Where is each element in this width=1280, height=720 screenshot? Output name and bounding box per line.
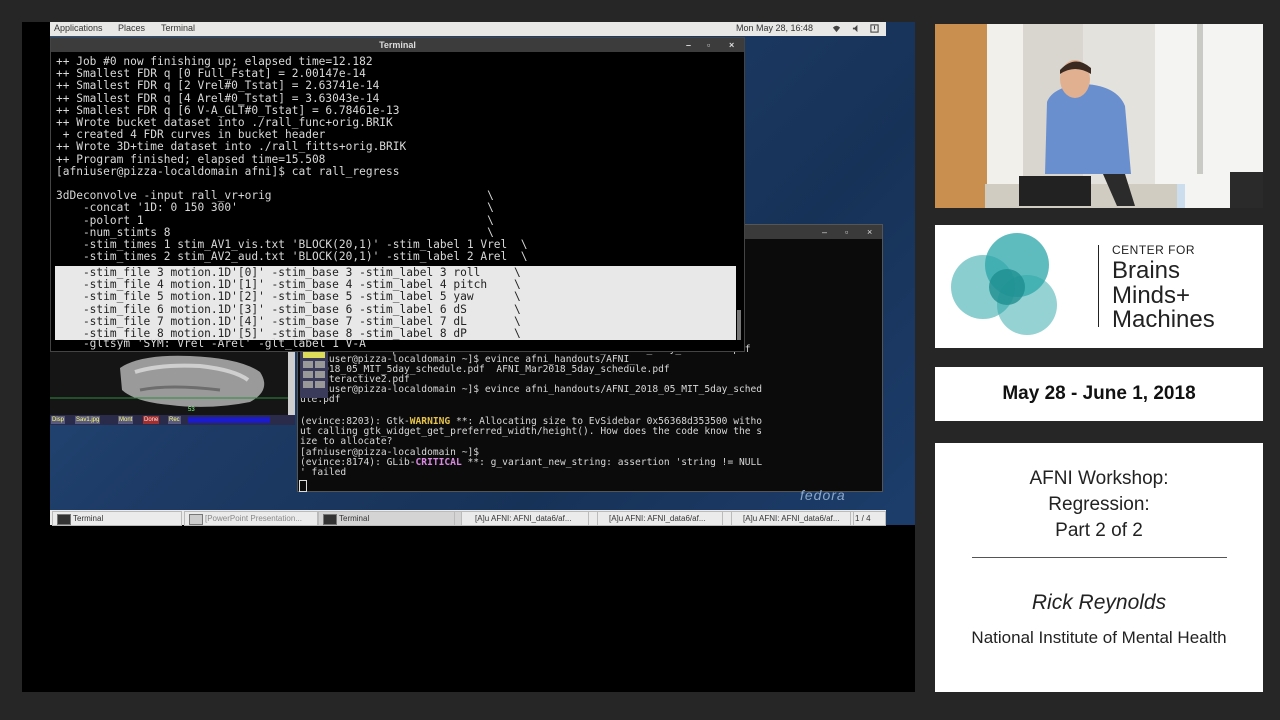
document-icon [189,514,203,525]
terminal1-line: -concat '1D: 0 150 300' \ [56,201,494,215]
terminal1-line: -gltsym 'SYM: Vrel -Arel' -glt_label 1 V… [56,337,366,350]
event-dates: May 28 - June 1, 2018 [1002,383,1196,404]
cbmm-logo-mark [951,233,1057,335]
afni-home-button[interactable] [303,352,325,358]
terminal-icon [57,514,71,525]
terminal1-line: -polort 1 \ [56,213,494,227]
clock[interactable]: Mon May 28, 16:48 [736,23,813,33]
gnome-top-bar: Applications Places Terminal Mon May 28,… [50,22,886,36]
taskbar-item-afni-2[interactable]: [A]u AFNI: AFNI_data6/af... [588,511,732,526]
afni-arrow-right-icon[interactable] [315,361,325,368]
close-icon[interactable]: × [867,225,872,239]
afni-montage-button[interactable]: Mont [118,416,134,424]
afni-arrow-icon[interactable] [303,381,313,388]
talk-info-panel: AFNI Workshop: Regression: Part 2 of 2 R… [935,443,1263,692]
close-icon[interactable]: × [729,38,734,52]
minimize-icon[interactable]: – [822,225,827,239]
bottom-taskbar: Terminal [PowerPoint Presentation... Ter… [50,510,886,526]
talk-title-line-3: Part 2 of 2 [1055,520,1143,541]
wifi-icon[interactable] [832,24,841,33]
talk-title-line-2: Regression: [1048,494,1150,515]
afni-image-viewer[interactable]: Disp Sav1.jpg Mont Done Rec 53 [50,350,295,425]
terminal1-line: ++ Smallest FDR q [4 Arel#0_Tstat] = 3.6… [56,91,380,105]
menu-places[interactable]: Places [118,23,145,33]
afni-slice-slider[interactable] [188,417,270,423]
terminal-window-main[interactable]: Terminal – ▫ × ++ Job #0 now finishing u… [50,37,745,352]
cbmm-machines: Machines [1112,306,1215,333]
terminal1-line: ++ Program finished; elapsed time=15.508 [56,152,326,166]
taskbar-item-afni-3[interactable]: [A]u AFNI: AFNI_data6/af... [722,511,854,526]
afni-button-bar: Disp Sav1.jpg Mont Done Rec 53 [50,407,295,425]
afni-save-button[interactable]: Sav1.jpg [75,416,101,424]
terminal1-line: ++ Smallest FDR q [2 Vrel#0_Tstat] = 2.6… [56,79,380,93]
brain-slice-image[interactable] [50,350,295,415]
terminal2-critical-line: (evince:8174): GLib-CRITICAL **: g_varia… [300,457,763,468]
maximize-icon[interactable]: ▫ [707,38,710,52]
afni-arrow-left-icon[interactable] [315,371,325,378]
terminal1-line: -stim_times 2 stim_AV2_aud.txt 'BLOCK(20… [56,250,528,264]
afni-arrow-up-icon[interactable] [303,361,313,368]
minimize-icon[interactable]: – [686,38,691,52]
taskbar-item-powerpoint[interactable]: [PowerPoint Presentation... [184,511,318,526]
cbmm-center-for: CENTER FOR [1112,243,1195,257]
terminal2-line: ' failed [300,467,347,478]
afni-arrow-icon[interactable] [315,381,325,388]
presenter-video [935,24,1263,208]
terminal1-titlebar[interactable]: Terminal – ▫ × [51,38,744,52]
event-date-panel: May 28 - June 1, 2018 [935,367,1263,421]
fedora-logo: fedora [800,487,846,503]
talk-title-line-1: AFNI Workshop: [1029,468,1169,489]
menu-terminal[interactable]: Terminal [161,23,195,33]
afni-arrow-down-icon[interactable] [303,371,313,378]
afni-record-button[interactable]: Rec [168,416,181,424]
terminal1-scrollbar[interactable] [737,310,741,340]
afni-control-strip[interactable] [300,350,328,398]
afni-done-button[interactable]: Done [143,416,160,424]
afni-slice-number: 53 [188,407,195,413]
menu-applications[interactable]: Applications [54,23,103,33]
cbmm-brains: Brains [1112,257,1181,284]
taskbar-item-terminal[interactable]: Terminal [52,511,182,526]
afni-disp-button[interactable]: Disp [51,416,66,424]
terminal1-line: ++ Wrote 3D+time dataset into ./rall_fit… [56,140,407,154]
maximize-icon[interactable]: ▫ [845,225,848,239]
terminal1-selected-line: -stim_file 5 motion.1D'[2]' -stim_base 5… [56,290,521,304]
terminal1-line: [afniuser@pizza-localdomain afni]$ cat r… [56,164,400,178]
cbmm-logo-panel: CENTER FOR Brains Minds+ Machines [935,225,1263,348]
terminal2-cursor [299,480,307,492]
power-icon[interactable] [870,24,879,33]
workspace-switcher[interactable]: 1 / 4 [850,511,886,526]
terminal1-title: Terminal [379,40,416,50]
terminal-icon [323,514,337,525]
terminal2-line: [afniuser@pizza-localdomain ~]$ evince a… [300,384,763,395]
title-divider [972,557,1227,558]
taskbar-item-terminal-active[interactable]: Terminal [318,511,462,526]
taskbar-item-afni-1[interactable]: [A]u AFNI: AFNI_data6/af... [454,511,598,526]
speaker-affiliation: National Institute of Mental Health [971,628,1227,647]
logo-divider [1098,245,1099,327]
speaker-name: Rick Reynolds [1031,591,1167,614]
volume-icon[interactable] [852,24,861,33]
terminal1-selected-line: -stim_file 6 motion.1D'[3]' -stim_base 6… [56,302,521,316]
terminal2-line: ize to allocate? [300,436,393,447]
